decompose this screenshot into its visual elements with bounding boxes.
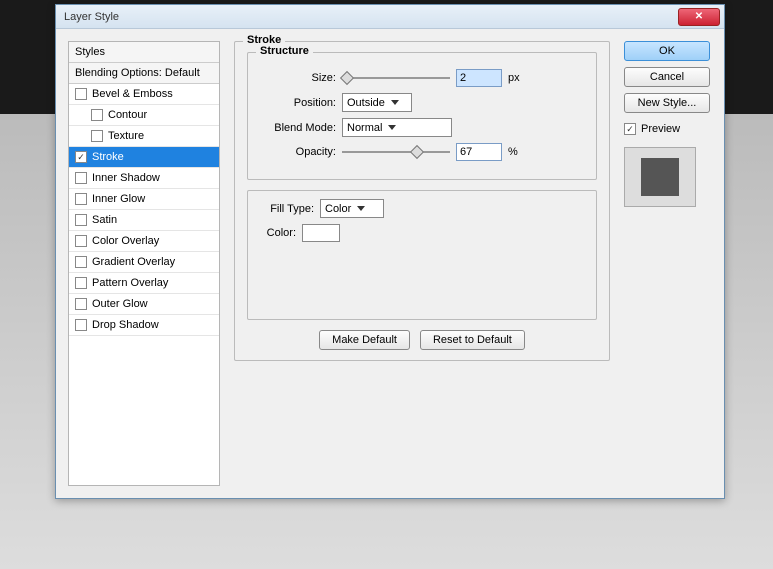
style-checkbox[interactable]: [75, 172, 87, 184]
slider-thumb-icon[interactable]: [340, 71, 354, 85]
stroke-options: Stroke Structure Size: px Position:: [234, 41, 610, 486]
dialog-buttons: OK Cancel New Style... Preview: [624, 41, 712, 486]
style-label: Bevel & Emboss: [92, 88, 173, 100]
style-checkbox[interactable]: [75, 235, 87, 247]
styles-header[interactable]: Styles: [69, 42, 219, 63]
dialog-title: Layer Style: [64, 11, 678, 23]
style-checkbox[interactable]: [75, 88, 87, 100]
filltype-label: Fill Type:: [260, 203, 314, 215]
style-checkbox[interactable]: [91, 109, 103, 121]
blendmode-select[interactable]: Normal: [342, 118, 452, 137]
style-item-gradient-overlay[interactable]: Gradient Overlay: [69, 252, 219, 273]
slider-thumb-icon[interactable]: [410, 145, 424, 159]
styles-list: Styles Blending Options: Default Bevel &…: [68, 41, 220, 486]
layer-style-dialog: Layer Style ✕ Styles Blending Options: D…: [55, 4, 725, 499]
size-slider[interactable]: [342, 71, 450, 85]
style-label: Color Overlay: [92, 235, 159, 247]
position-label: Position:: [260, 97, 336, 109]
style-checkbox[interactable]: [91, 130, 103, 142]
opacity-input[interactable]: [456, 143, 502, 161]
style-label: Pattern Overlay: [92, 277, 168, 289]
style-item-inner-shadow[interactable]: Inner Shadow: [69, 168, 219, 189]
size-unit: px: [508, 72, 520, 84]
close-icon: ✕: [695, 11, 703, 22]
chevron-down-icon: [391, 100, 399, 105]
style-item-bevel-emboss[interactable]: Bevel & Emboss: [69, 84, 219, 105]
style-label: Drop Shadow: [92, 319, 159, 331]
chevron-down-icon: [357, 206, 365, 211]
style-label: Texture: [108, 130, 144, 142]
cancel-button[interactable]: Cancel: [624, 67, 710, 87]
style-label: Outer Glow: [92, 298, 148, 310]
style-checkbox[interactable]: [75, 256, 87, 268]
preview-label: Preview: [641, 123, 680, 135]
style-label: Satin: [92, 214, 117, 226]
style-checkbox[interactable]: [75, 277, 87, 289]
color-swatch[interactable]: [302, 224, 340, 242]
style-checkbox[interactable]: [75, 151, 87, 163]
color-label: Color:: [260, 227, 296, 239]
style-label: Stroke: [92, 151, 124, 163]
opacity-unit: %: [508, 146, 518, 158]
make-default-button[interactable]: Make Default: [319, 330, 410, 350]
style-item-pattern-overlay[interactable]: Pattern Overlay: [69, 273, 219, 294]
style-checkbox[interactable]: [75, 319, 87, 331]
stroke-fieldset: Stroke Structure Size: px Position:: [234, 41, 610, 361]
style-checkbox[interactable]: [75, 193, 87, 205]
preview-checkbox[interactable]: [624, 123, 636, 135]
close-button[interactable]: ✕: [678, 8, 720, 26]
style-item-contour[interactable]: Contour: [69, 105, 219, 126]
structure-legend: Structure: [256, 45, 313, 57]
blending-options[interactable]: Blending Options: Default: [69, 63, 219, 84]
style-item-texture[interactable]: Texture: [69, 126, 219, 147]
position-select[interactable]: Outside: [342, 93, 412, 112]
fill-fieldset: Fill Type: Color Color:: [247, 190, 597, 320]
style-item-stroke[interactable]: Stroke: [69, 147, 219, 168]
filltype-select[interactable]: Color: [320, 199, 384, 218]
style-item-outer-glow[interactable]: Outer Glow: [69, 294, 219, 315]
ok-button[interactable]: OK: [624, 41, 710, 61]
size-input[interactable]: [456, 69, 502, 87]
preview-thumbnail: [624, 147, 696, 207]
preview-swatch: [641, 158, 679, 196]
style-item-inner-glow[interactable]: Inner Glow: [69, 189, 219, 210]
style-label: Gradient Overlay: [92, 256, 175, 268]
titlebar: Layer Style ✕: [56, 5, 724, 29]
style-item-satin[interactable]: Satin: [69, 210, 219, 231]
style-checkbox[interactable]: [75, 214, 87, 226]
reset-default-button[interactable]: Reset to Default: [420, 330, 525, 350]
style-label: Inner Shadow: [92, 172, 160, 184]
size-label: Size:: [260, 72, 336, 84]
opacity-slider[interactable]: [342, 145, 450, 159]
style-item-color-overlay[interactable]: Color Overlay: [69, 231, 219, 252]
style-checkbox[interactable]: [75, 298, 87, 310]
blendmode-label: Blend Mode:: [260, 122, 336, 134]
new-style-button[interactable]: New Style...: [624, 93, 710, 113]
style-label: Contour: [108, 109, 147, 121]
opacity-label: Opacity:: [260, 146, 336, 158]
structure-fieldset: Structure Size: px Position: Outs: [247, 52, 597, 180]
style-label: Inner Glow: [92, 193, 145, 205]
chevron-down-icon: [388, 125, 396, 130]
style-item-drop-shadow[interactable]: Drop Shadow: [69, 315, 219, 336]
